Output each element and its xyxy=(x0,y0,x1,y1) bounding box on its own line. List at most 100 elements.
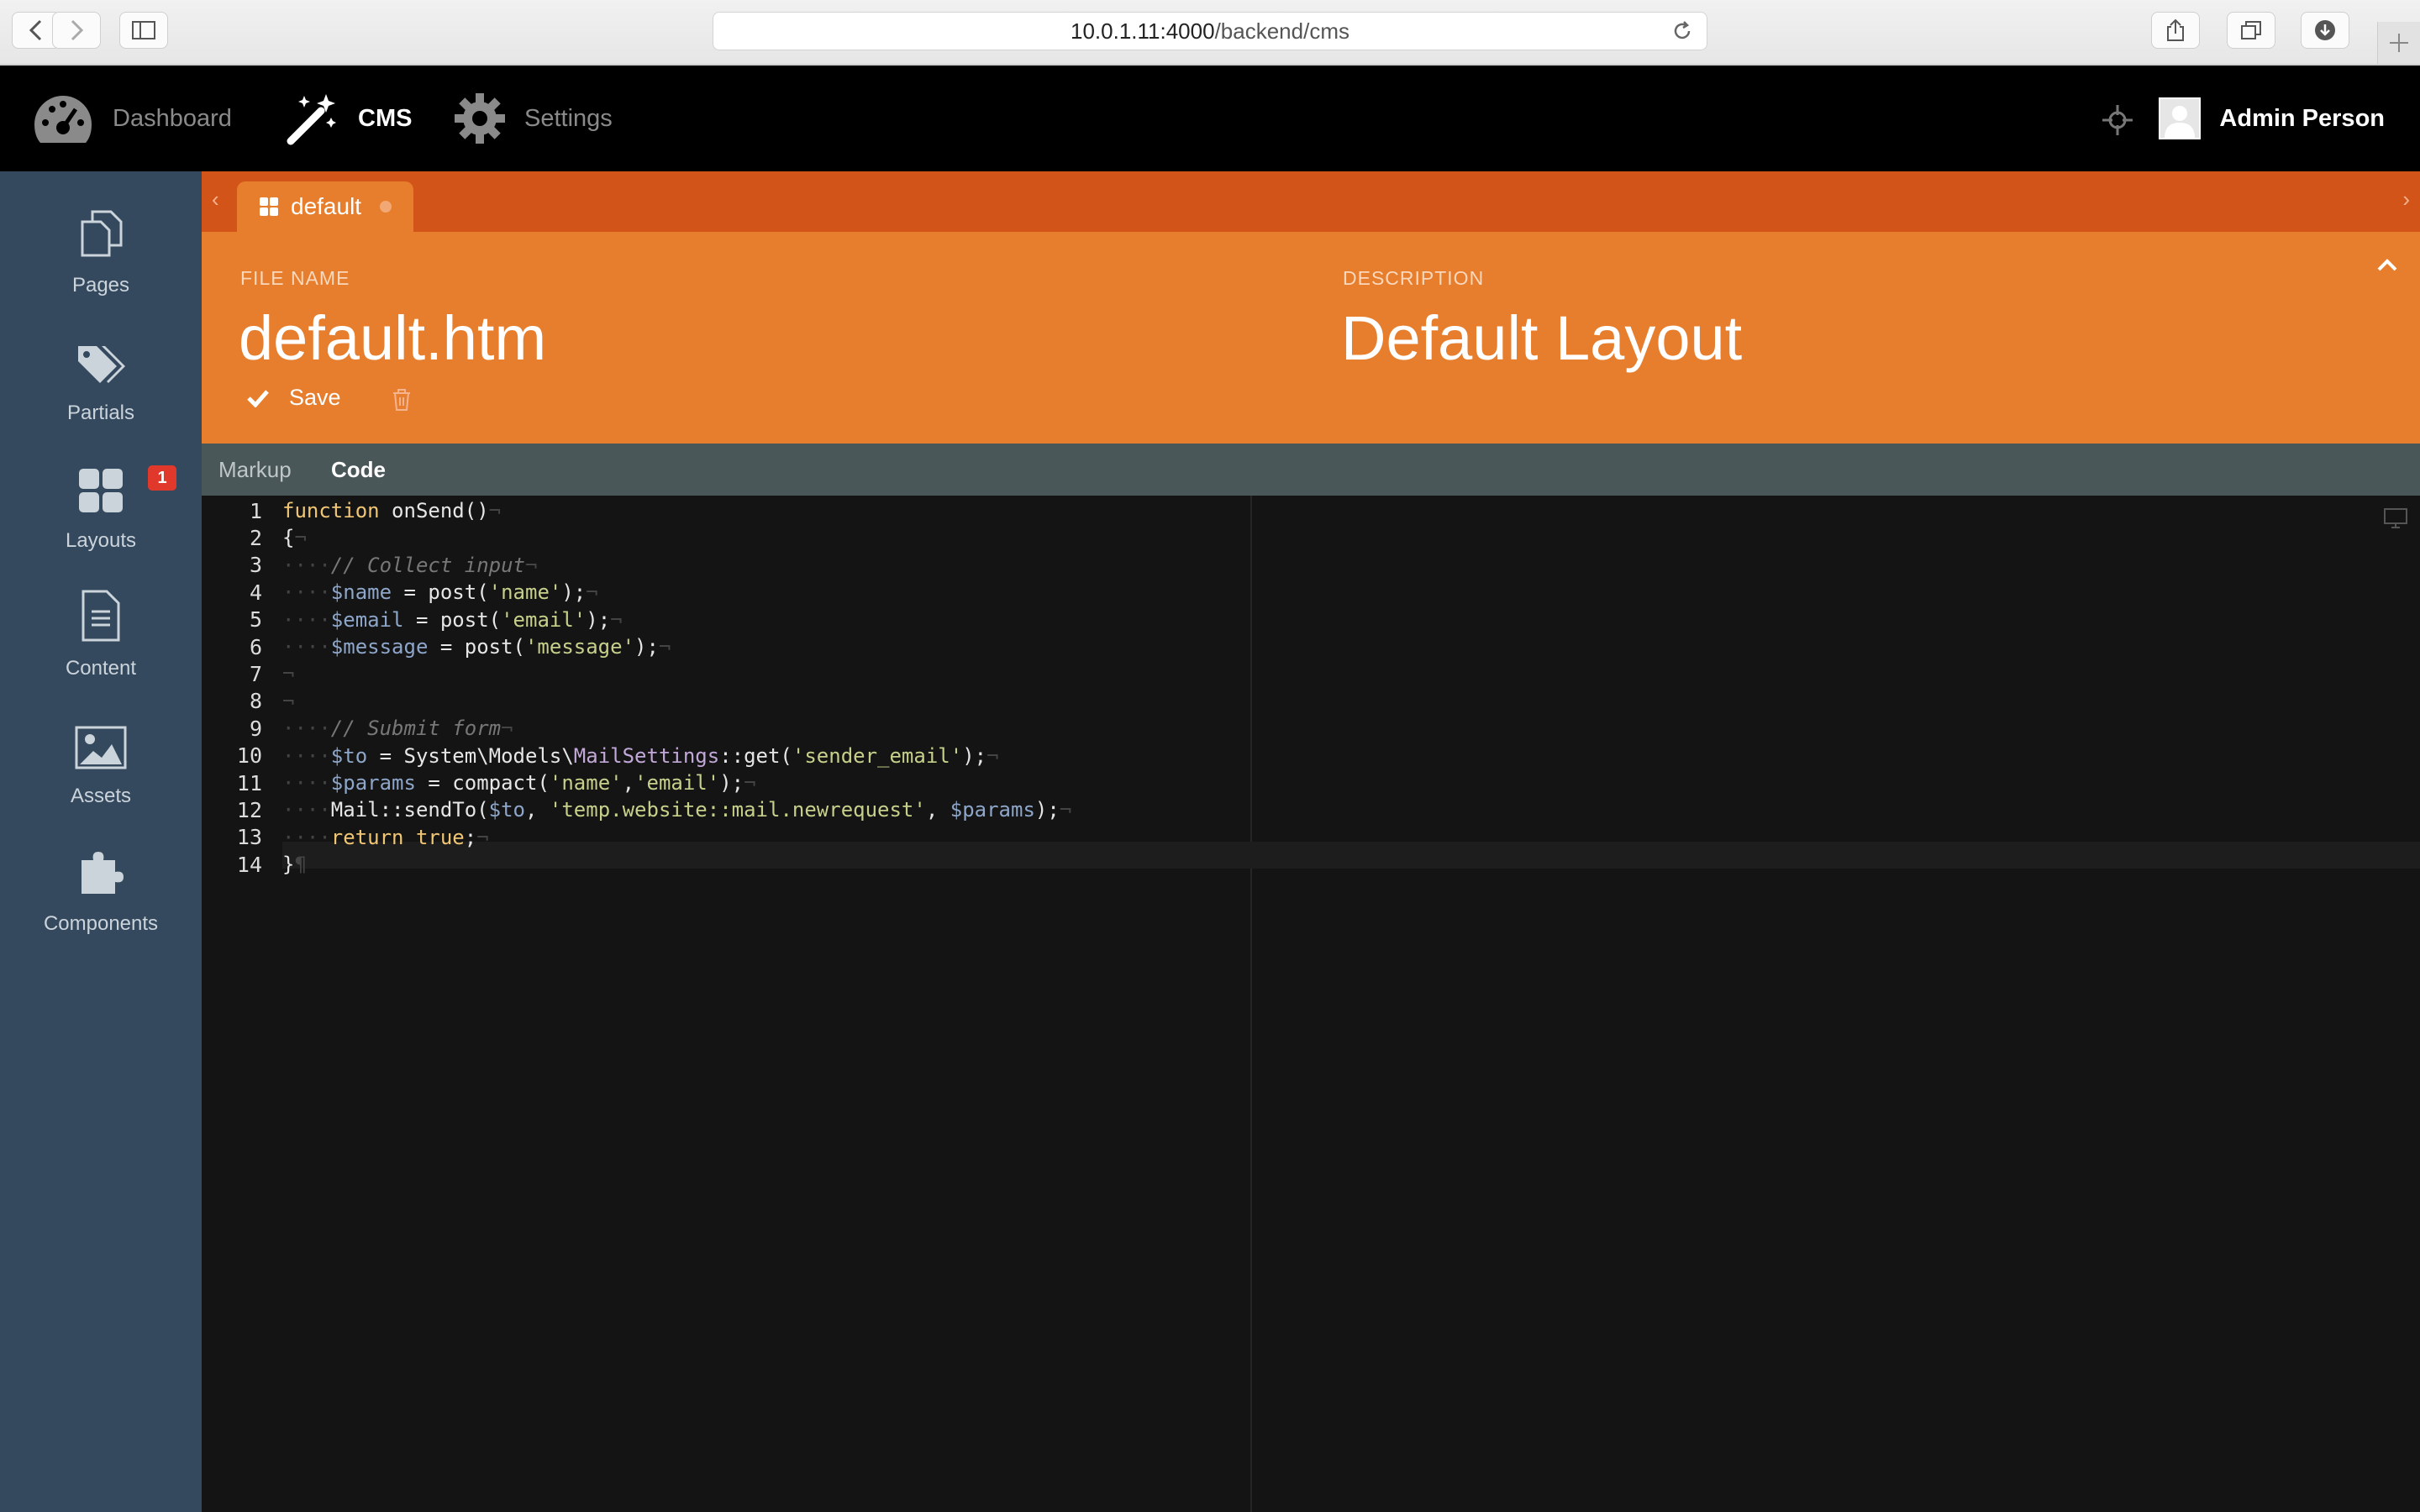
reload-icon[interactable] xyxy=(1671,20,1693,42)
sidebar: Pages Partials Layouts Content Assets Co… xyxy=(0,171,202,1512)
line-number: 2 xyxy=(249,525,262,550)
nav-dashboard-label: Dashboard xyxy=(113,104,232,132)
tab-label: default xyxy=(291,193,362,219)
line-number: 1 xyxy=(249,498,262,523)
sidebar-label-content: Content xyxy=(65,657,137,680)
sidebar-item-assets[interactable]: Assets xyxy=(0,682,202,810)
sidebar-icon xyxy=(132,21,155,39)
nav-settings[interactable]: Settings xyxy=(454,66,613,171)
layouts-badge: 1 xyxy=(148,465,176,491)
line-number: 9 xyxy=(249,716,262,741)
tab-code[interactable]: Code xyxy=(331,444,386,496)
layouts-icon xyxy=(79,469,123,512)
pages-icon xyxy=(81,210,123,257)
tabs-button[interactable] xyxy=(2227,12,2275,49)
checkmark-icon xyxy=(247,389,269,407)
download-icon xyxy=(2315,20,2335,40)
url-path: /backend/cms xyxy=(1214,18,1349,44)
move-icon[interactable] xyxy=(2101,103,2134,137)
file-name-label: FILE NAME xyxy=(240,267,350,289)
code-text: ····$name = post('name');¬ xyxy=(282,580,598,605)
line-number: 4 xyxy=(249,580,262,605)
image-icon xyxy=(75,726,127,769)
code-text: ····// Submit form¬ xyxy=(282,717,513,741)
sidebar-item-partials[interactable]: Partials xyxy=(0,299,202,427)
code-text: }¶ xyxy=(282,853,307,877)
url-field[interactable]: 10.0.1.11:4000/backend/cms xyxy=(713,12,1707,50)
form-header: FILE NAME default.htm DESCRIPTION Defaul… xyxy=(202,232,2420,444)
line-number: 14 xyxy=(236,852,262,877)
user-icon xyxy=(2165,106,2196,138)
tab-default[interactable]: default xyxy=(237,181,413,232)
code-text: ····$message = post('message');¬ xyxy=(282,635,671,659)
description-field[interactable]: Default Layout xyxy=(1341,302,1742,374)
chevron-right-icon xyxy=(71,19,84,41)
magic-wand-icon xyxy=(287,94,336,145)
description-label: DESCRIPTION xyxy=(1343,267,1485,289)
monitor-icon[interactable] xyxy=(2383,507,2408,529)
line-number: 7 xyxy=(249,661,262,686)
share-button[interactable] xyxy=(2151,12,2200,49)
file-name-field[interactable]: default.htm xyxy=(239,302,546,374)
sidebar-item-layouts[interactable]: Layouts xyxy=(0,427,202,554)
line-number: 13 xyxy=(236,825,262,850)
avatar xyxy=(2159,97,2202,139)
gear-icon xyxy=(455,93,505,144)
code-text: ····return true;¬ xyxy=(282,825,489,849)
tab-scroll-left-icon[interactable]: ‹ xyxy=(212,186,219,213)
sidebar-label-assets: Assets xyxy=(70,785,132,807)
code-text: ····Mail::sendTo($to, 'temp.website::mai… xyxy=(282,798,1072,822)
trash-icon[interactable] xyxy=(392,388,412,412)
editor-tabs: Markup Code xyxy=(202,444,2420,496)
sidebar-item-pages[interactable]: Pages xyxy=(0,171,202,299)
new-tab-button[interactable] xyxy=(2377,22,2420,64)
grid-icon xyxy=(260,197,278,216)
code-text: ¬ xyxy=(282,689,295,713)
print-margin xyxy=(1250,496,1252,1512)
sidebar-label-layouts: Layouts xyxy=(65,529,137,552)
tab-scroll-right-icon[interactable]: › xyxy=(2402,186,2410,213)
sidebar-item-content[interactable]: Content xyxy=(0,554,202,682)
user-menu[interactable]: Admin Person xyxy=(2159,66,2385,171)
nav-cms-label: CMS xyxy=(358,104,413,132)
code-text: ¬ xyxy=(282,662,295,686)
line-number: 3 xyxy=(249,553,262,578)
code-text: {¬ xyxy=(282,526,307,550)
code-text: function onSend()¬ xyxy=(282,499,502,522)
sidebar-label-components: Components xyxy=(43,912,159,935)
line-number: 10 xyxy=(236,743,262,769)
nav-cms[interactable]: CMS xyxy=(284,66,412,171)
plus-icon xyxy=(2390,34,2408,52)
line-number: 5 xyxy=(249,607,262,633)
tab-strip: ‹ default › xyxy=(202,171,2420,232)
line-number: 11 xyxy=(236,770,262,795)
url-host: 10.0.1.11:4000 xyxy=(1071,18,1215,44)
active-line-highlight xyxy=(282,842,2420,869)
browser-toolbar: 10.0.1.11:4000/backend/cms xyxy=(0,0,2420,66)
puzzle-icon xyxy=(82,852,124,894)
tab-markup[interactable]: Markup xyxy=(218,444,292,496)
chevron-up-icon[interactable] xyxy=(2376,257,2398,272)
sidebar-item-components[interactable]: Components xyxy=(0,810,202,937)
tabs-icon xyxy=(2241,21,2261,39)
sidebar-toggle-button[interactable] xyxy=(119,12,168,49)
tab-close-dot[interactable] xyxy=(380,201,392,213)
save-button[interactable]: Save xyxy=(247,385,341,411)
nav-dashboard[interactable]: Dashboard xyxy=(32,66,232,171)
document-icon xyxy=(82,590,120,642)
chevron-left-icon xyxy=(29,19,42,41)
line-number: 12 xyxy=(236,797,262,822)
top-navigation: Dashboard CMS Settings Admin Person xyxy=(0,66,2420,171)
code-text: ····$email = post('email');¬ xyxy=(282,607,623,632)
downloads-button[interactable] xyxy=(2301,12,2349,49)
nav-settings-label: Settings xyxy=(524,104,613,132)
share-icon xyxy=(2167,18,2184,41)
sidebar-label-partials: Partials xyxy=(66,402,135,424)
code-editor[interactable]: 1 function onSend()¬ 2 {¬ 3 ····// Collect in… xyxy=(202,496,2420,1512)
code-text: ····$to = System\Models\MailSettings::ge… xyxy=(282,743,999,768)
user-name: Admin Person xyxy=(2219,104,2385,132)
forward-button[interactable] xyxy=(52,12,101,49)
sidebar-label-pages: Pages xyxy=(71,274,130,297)
code-text: ····$params = compact('name','email');¬ xyxy=(282,771,756,795)
line-number: 6 xyxy=(249,634,262,659)
